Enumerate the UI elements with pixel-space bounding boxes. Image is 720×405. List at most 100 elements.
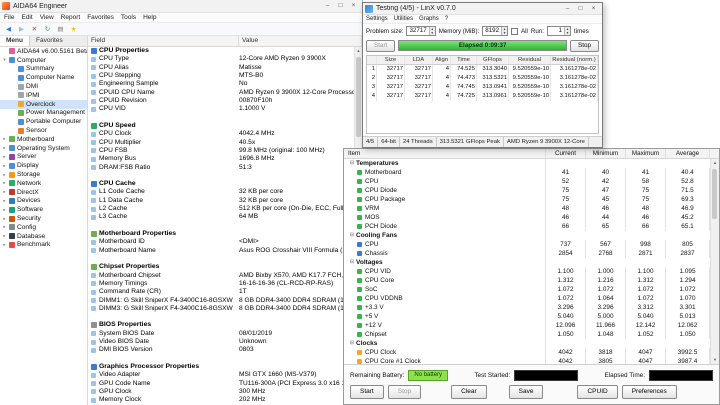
scroll-thumb[interactable] bbox=[356, 57, 361, 137]
tree-item-display[interactable]: ▸ Display bbox=[0, 161, 87, 170]
spinner-arrows-icon[interactable]: ▲ ▼ bbox=[428, 27, 435, 35]
sensor-scrollbar[interactable]: ▲ ▼ bbox=[710, 159, 719, 364]
field-row[interactable]: Engineering Sample No bbox=[88, 80, 354, 88]
field-row[interactable]: CPU Clock 4042.4 MHz bbox=[88, 130, 354, 138]
tree-item-computer-name[interactable]: Computer Name bbox=[0, 73, 87, 82]
tree-item-software[interactable]: ▸ Software bbox=[0, 205, 87, 214]
field-row[interactable]: Memory Clock 202 MHz bbox=[88, 396, 354, 404]
start-button[interactable]: Start bbox=[350, 384, 384, 399]
linx-titlebar[interactable]: Testing (4/5) - LinX v0.7.0 – □ × bbox=[363, 3, 602, 15]
tree-item-motherboard[interactable]: ▸ Motherboard bbox=[0, 135, 87, 144]
field-row[interactable]: Command Rate (CR) 1T bbox=[88, 288, 354, 296]
tree-item-database[interactable]: ▸ Database bbox=[0, 232, 87, 241]
field-column-header[interactable]: Field bbox=[88, 36, 239, 46]
scroll-up-icon[interactable]: ▲ bbox=[711, 159, 719, 167]
clear-button[interactable]: Clear bbox=[451, 384, 487, 399]
back-icon[interactable]: ◀ bbox=[4, 25, 13, 34]
field-row[interactable]: GPU Clock 300 MHz bbox=[88, 388, 354, 396]
tree-item-dmi[interactable]: DMI bbox=[0, 82, 87, 91]
field-row[interactable]: Motherboard Name Asus ROG Crosshair VIII … bbox=[88, 247, 354, 255]
forward-icon[interactable]: ▶ bbox=[17, 25, 26, 34]
tree-item-benchmark[interactable]: ▸ Benchmark bbox=[0, 241, 87, 250]
tree-item-power-management[interactable]: Power Management bbox=[0, 109, 87, 118]
field-row[interactable]: DMI BIOS Version 0803 bbox=[88, 346, 354, 354]
memory-input[interactable]: 8192 ▲ ▼ bbox=[482, 26, 509, 36]
menu-report[interactable]: Report bbox=[61, 14, 81, 21]
tree-item-portable-computer[interactable]: Portable Computer bbox=[0, 117, 87, 126]
report-icon[interactable]: ▤ bbox=[56, 25, 65, 34]
tab-favorites[interactable]: Favorites bbox=[30, 36, 69, 46]
field-row[interactable]: CPU VID 1.1000 V bbox=[88, 105, 354, 113]
sensor-group-clocks[interactable]: ⊟ Clocks bbox=[344, 339, 710, 348]
run-input[interactable]: 1 ▲ ▼ bbox=[547, 26, 571, 36]
field-row[interactable]: CPU Multiplier 40.5x bbox=[88, 138, 354, 146]
menu-favorites[interactable]: Favorites bbox=[87, 14, 114, 21]
linx-menu-graphs[interactable]: Graphs bbox=[419, 16, 439, 22]
menu-tools[interactable]: Tools bbox=[121, 14, 136, 21]
spinner-arrows-icon[interactable]: ▲ ▼ bbox=[564, 27, 570, 35]
field-row[interactable]: L1 Data Cache 32 KB per core bbox=[88, 197, 354, 205]
field-row[interactable]: CPUID Revision 00870F10h bbox=[88, 97, 354, 105]
sensor-group-temperatures[interactable]: ⊟ Temperatures bbox=[344, 159, 710, 168]
field-row[interactable]: CPU Alias Matisse bbox=[88, 64, 354, 72]
maximize-icon[interactable]: □ bbox=[334, 0, 347, 12]
tree-item-overclock[interactable]: Overclock bbox=[0, 99, 87, 109]
tree-item-operating-system[interactable]: ▸ Operating System bbox=[0, 144, 87, 153]
preferences-button[interactable]: Preferences bbox=[621, 384, 677, 399]
field-row[interactable]: System BIOS Date 08/01/2019 bbox=[88, 330, 354, 338]
tree-item-devices[interactable]: ▸ Devices bbox=[0, 197, 87, 206]
spinner-arrows-icon[interactable]: ▲ ▼ bbox=[501, 27, 508, 35]
tree-item-sensor[interactable]: Sensor bbox=[0, 126, 87, 135]
tree-item-config[interactable]: ▸ Config bbox=[0, 223, 87, 232]
field-row[interactable]: DRAM:FSB Ratio 51:3 bbox=[88, 163, 354, 171]
maximize-icon[interactable]: □ bbox=[574, 3, 587, 15]
field-row[interactable]: GPU Code Name TU116-300A (PCI Express 3.0… bbox=[88, 380, 354, 388]
scroll-up-icon[interactable]: ▲ bbox=[355, 47, 362, 55]
problem-size-input[interactable]: 32717 ▲ ▼ bbox=[406, 26, 436, 36]
field-row[interactable]: Motherboard ID <DMI> bbox=[88, 238, 354, 246]
field-row[interactable]: Memory Bus 1696.8 MHz bbox=[88, 155, 354, 163]
field-row[interactable]: L3 Cache 64 MB bbox=[88, 213, 354, 221]
value-column-header[interactable]: Value bbox=[239, 36, 362, 46]
field-row[interactable]: L1 Code Cache 32 KB per core bbox=[88, 188, 354, 196]
tree-item-directx[interactable]: ▸ DirectX bbox=[0, 188, 87, 197]
menu-file[interactable]: File bbox=[4, 14, 14, 21]
stop-icon[interactable]: ✕ bbox=[30, 25, 39, 34]
linx-menu-[interactable]: ? bbox=[445, 16, 448, 22]
refresh-icon[interactable]: ↻ bbox=[43, 25, 52, 34]
all-checkbox[interactable] bbox=[511, 27, 519, 35]
tree-item-computer[interactable]: ▾ Computer bbox=[0, 56, 87, 65]
field-row[interactable]: Memory Timings 16-16-16-36 (CL-RCD-RP-RAS… bbox=[88, 280, 354, 288]
tree-item-network[interactable]: ▸ Network bbox=[0, 179, 87, 188]
field-row[interactable]: CPU FSB 99.8 MHz (original: 100 MHz) bbox=[88, 147, 354, 155]
cpuid-button[interactable]: CPUID bbox=[577, 384, 618, 399]
aida64-titlebar[interactable]: AIDA64 Engineer – □ × bbox=[0, 0, 362, 13]
menu-view[interactable]: View bbox=[40, 14, 54, 21]
linx-start-button[interactable]: Start bbox=[366, 39, 396, 52]
scroll-thumb[interactable] bbox=[712, 169, 717, 219]
sensor-group-cooling-fans[interactable]: ⊟ Cooling Fans bbox=[344, 231, 710, 240]
tree-item-aida64-v6-00-5161-beta[interactable]: AIDA64 v6.00.5161 Beta bbox=[0, 47, 87, 56]
linx-menu-settings[interactable]: Settings bbox=[366, 16, 388, 22]
field-row[interactable]: Video Adapter MSI GTX 1660 (MS-V379) bbox=[88, 371, 354, 379]
stop-button[interactable]: Stop bbox=[387, 384, 422, 399]
field-row[interactable]: L2 Cache 512 KB per core (On-Die, ECC, Fu… bbox=[88, 205, 354, 213]
minimize-icon[interactable]: – bbox=[561, 3, 574, 15]
tab-menu[interactable]: Menu bbox=[0, 36, 30, 46]
field-row[interactable]: DIMM1: G Skill SniperX F4-3400C16-8GSXW 8… bbox=[88, 296, 354, 304]
favorites-icon[interactable]: ★ bbox=[69, 25, 78, 34]
close-icon[interactable]: × bbox=[347, 0, 360, 12]
tree-item-security[interactable]: ▸ Security bbox=[0, 214, 87, 223]
menu-edit[interactable]: Edit bbox=[21, 14, 32, 21]
tree-item-storage[interactable]: ▸ Storage bbox=[0, 170, 87, 179]
linx-menu-utilities[interactable]: Utilities bbox=[394, 16, 413, 22]
minimize-icon[interactable]: – bbox=[321, 0, 334, 12]
field-row[interactable]: CPU Stepping MTS-B0 bbox=[88, 72, 354, 80]
scroll-down-icon[interactable]: ▼ bbox=[711, 356, 719, 364]
field-row[interactable]: CPUID CPU Name AMD Ryzen 9 3900X 12-Core … bbox=[88, 89, 354, 97]
sensor-group-voltages[interactable]: ⊟ Voltages bbox=[344, 258, 710, 267]
field-row[interactable]: Motherboard Chipset AMD Bixby X570, AMD K… bbox=[88, 271, 354, 279]
close-icon[interactable]: × bbox=[587, 3, 600, 15]
save-button[interactable]: Save bbox=[508, 384, 544, 399]
field-row[interactable]: DIMM3: G Skill SniperX F4-3400C16-8GSXW 8… bbox=[88, 305, 354, 313]
